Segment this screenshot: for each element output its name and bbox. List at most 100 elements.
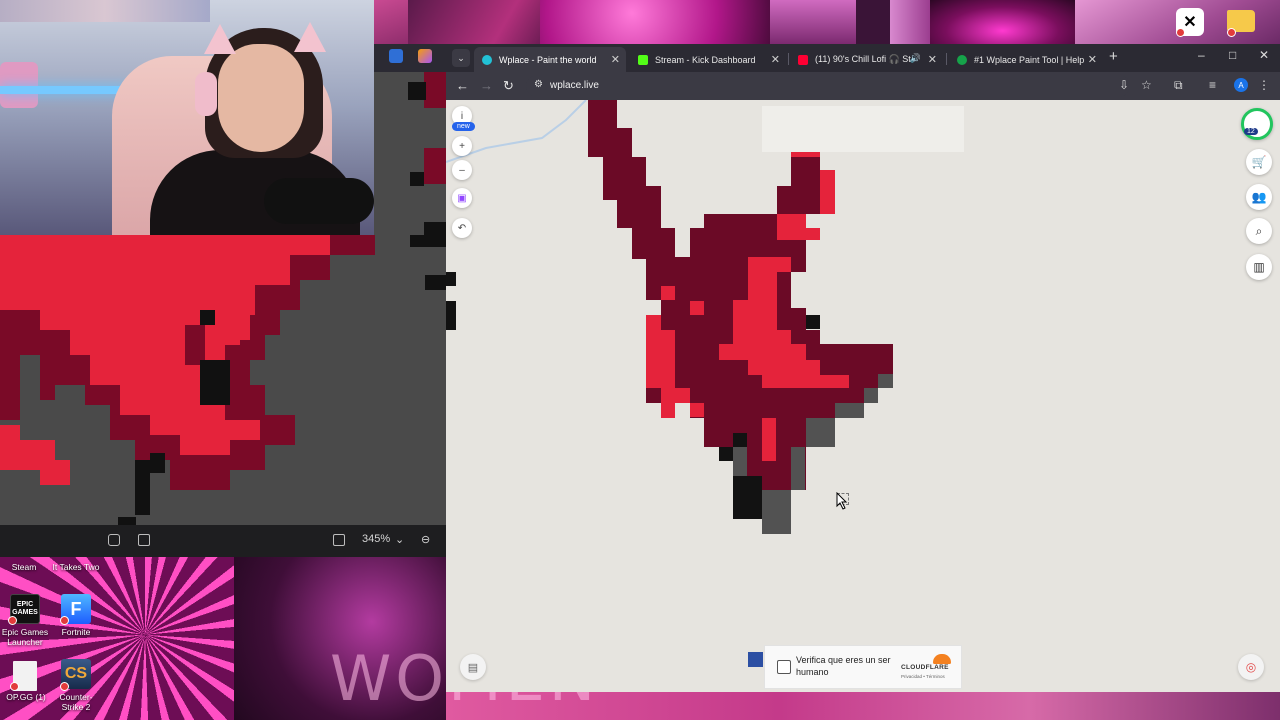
frame-icon[interactable]: [333, 534, 345, 546]
preview-black-pixel: [200, 360, 230, 405]
artwork-red-region: [661, 286, 675, 300]
minimize-icon[interactable]: –: [1198, 48, 1205, 62]
preview-black-pixel: [150, 453, 165, 473]
tab-label: (11) 90's Chill Lofi 🎧 Study: [815, 54, 911, 64]
app-shortcut-icon[interactable]: [418, 49, 432, 63]
browser-window: ⌄ Wplace - Paint the world ✕ Stream - Ki…: [446, 44, 1280, 692]
selected-color-swatch[interactable]: [748, 652, 763, 667]
youtube-favicon-icon: [798, 54, 808, 65]
pixel-canvas[interactable]: [446, 100, 1280, 692]
captcha-links[interactable]: Privacidad • Términos: [901, 674, 945, 679]
wallpaper-tile: [890, 0, 930, 44]
zoom-out-icon[interactable]: –: [452, 160, 472, 180]
preview-black-pixel: [408, 82, 426, 100]
webcam-microphone: [264, 178, 374, 224]
zoomed-pixel-preview: [0, 235, 446, 525]
tab-search-icon[interactable]: ≡: [1209, 78, 1216, 92]
mouse-cursor-icon: [836, 492, 848, 510]
speaker-icon[interactable]: 🔊: [910, 53, 921, 64]
profile-icon[interactable]: A: [1234, 78, 1248, 92]
maximize-icon[interactable]: □: [1229, 48, 1236, 62]
close-window-icon[interactable]: ✕: [1259, 48, 1269, 62]
reload-icon[interactable]: ↻: [503, 78, 514, 94]
desktop-icon-label[interactable]: Fortnite: [56, 627, 96, 637]
preview-black-pixel: [424, 222, 446, 235]
fit-screen-icon[interactable]: [108, 534, 120, 546]
tab-list-button[interactable]: ⌄: [452, 49, 470, 67]
preview-black-pixel: [118, 517, 136, 525]
artwork-red-pixel: [690, 403, 704, 417]
captcha-checkbox[interactable]: [777, 660, 791, 674]
leaderboard-icon[interactable]: ▥: [1246, 254, 1272, 280]
artwork-black-pixel: [806, 315, 820, 329]
webcam-shelf: [0, 0, 210, 22]
preview-toolbar: 345% ⌄ ⊖: [0, 525, 446, 557]
preview-red-pixel: [232, 295, 250, 340]
browser-toolbar: ← → ↻ ⚙ wplace.live ⇩ ☆ ⧉ ≡ A ⋮: [446, 72, 1280, 100]
close-icon[interactable]: ✕: [771, 53, 780, 66]
tab-wplace-tool[interactable]: #1 Wplace Paint Tool | Help W ✕: [949, 47, 1103, 72]
site-info-icon[interactable]: ⚙: [534, 79, 543, 90]
chevron-down-icon[interactable]: ⌄: [395, 533, 404, 546]
tab-strip: ⌄ Wplace - Paint the world ✕ Stream - Ki…: [446, 44, 1280, 72]
desktop-icon-label[interactable]: Steam: [4, 562, 44, 572]
extensions-icon[interactable]: ⧉: [1174, 78, 1183, 93]
preview-black-pixel: [410, 172, 424, 186]
install-icon[interactable]: ⇩: [1119, 78, 1129, 92]
new-badge: new: [452, 122, 475, 131]
close-icon[interactable]: ✕: [611, 53, 620, 66]
artwork-red-region: [777, 214, 820, 240]
preview-dark-pixel: [424, 72, 446, 108]
tab-kick-dashboard[interactable]: Stream - Kick Dashboard ✕: [630, 47, 786, 72]
search-map-icon[interactable]: ⌕: [1246, 218, 1272, 244]
tab-wplace[interactable]: Wplace - Paint the world ✕: [474, 47, 626, 72]
globe-favicon-icon: [957, 54, 967, 65]
undo-icon[interactable]: ↶: [452, 218, 472, 238]
preview-dark-pixel: [40, 340, 55, 400]
webcam-led-strip: [0, 86, 130, 94]
cart-icon[interactable]: 🛒: [1246, 149, 1272, 175]
scan-icon[interactable]: [138, 534, 150, 546]
desktop-icon-label[interactable]: Epic Games Launcher: [0, 627, 50, 647]
captcha-brand: CLOUDFLARE: [901, 664, 949, 671]
forward-icon[interactable]: →: [480, 78, 493, 94]
artwork-gray-pixel: [791, 447, 805, 490]
artwork-black-pixel: [446, 301, 456, 330]
wallpaper-tile: [770, 0, 856, 44]
star-icon[interactable]: ☆: [1141, 78, 1152, 92]
zoom-level[interactable]: 345%: [362, 533, 390, 545]
app-shortcut-icon[interactable]: [389, 49, 403, 63]
artwork-red-pixel: [762, 418, 776, 461]
layers-icon[interactable]: ▤: [460, 654, 486, 680]
twitch-icon[interactable]: ▣: [452, 188, 472, 208]
back-icon[interactable]: ←: [456, 78, 469, 94]
zoom-in-icon[interactable]: +: [452, 136, 472, 156]
cloudflare-captcha: Verifica que eres un ser humano CLOUDFLA…: [764, 645, 962, 689]
close-icon[interactable]: ✕: [1088, 53, 1097, 66]
webcam-overlay: [0, 0, 374, 235]
locate-icon[interactable]: ◎: [1238, 654, 1264, 680]
preview-black-pixel: [135, 460, 150, 515]
close-icon[interactable]: ✕: [928, 53, 937, 66]
url-text[interactable]: wplace.live: [550, 80, 599, 91]
tab-lofi[interactable]: (11) 90's Chill Lofi 🎧 Study 🔊 ✕: [790, 47, 943, 72]
address-bar[interactable]: ⚙ wplace.live: [526, 75, 1130, 97]
new-tab-icon[interactable]: +: [1109, 48, 1118, 65]
level-progress-icon[interactable]: [1241, 108, 1273, 140]
users-icon[interactable]: 👥: [1246, 184, 1272, 210]
tab-label: Wplace - Paint the world: [499, 54, 597, 65]
desktop-icon-label[interactable]: Counter-Strike 2: [50, 692, 102, 712]
error-badge-icon: [8, 616, 17, 625]
error-badge-icon: [10, 682, 19, 691]
preview-black-pixel: [425, 275, 446, 290]
wallpaper-tile: [408, 0, 540, 44]
captcha-text: Verifica que eres un ser humano: [796, 655, 891, 677]
more-menu-icon[interactable]: ⋮: [1258, 78, 1270, 92]
artwork-black-pixel: [719, 447, 733, 461]
wplace-map[interactable]: i new + – ▣ ↶ 12 🛒 👥 ⌕ ▥ ▤ ◎ Verifica qu…: [446, 100, 1280, 692]
zoom-out-icon[interactable]: ⊖: [421, 533, 430, 546]
notification-banner: [762, 106, 964, 152]
kick-favicon-icon: [638, 54, 648, 65]
desktop-icon-label[interactable]: It Takes Two: [50, 562, 102, 572]
desktop-icon-label[interactable]: OP.GG (1): [4, 692, 48, 702]
